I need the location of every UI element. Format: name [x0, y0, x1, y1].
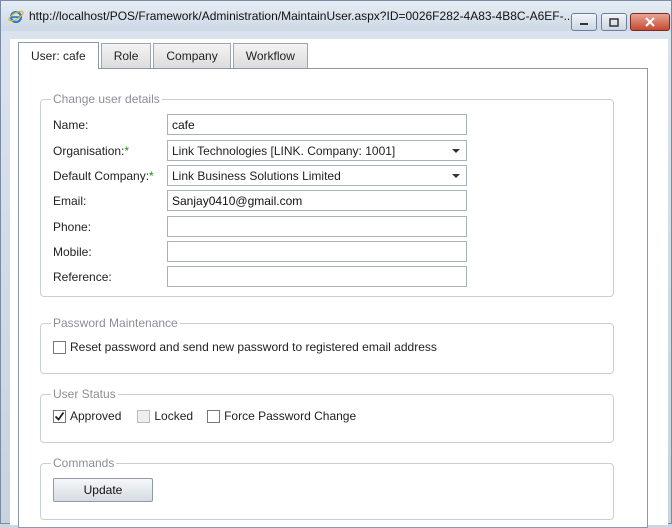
dropdown-arrow-icon	[452, 173, 460, 178]
organisation-label: Organisation:	[53, 143, 125, 158]
close-icon	[645, 17, 655, 27]
minimize-icon	[580, 23, 588, 25]
close-button[interactable]	[630, 13, 670, 31]
default-company-value: Link Business Solutions Limited	[172, 168, 341, 183]
user-status-legend: User Status	[53, 387, 116, 401]
page-content: User: cafe Role Company Workflow Change …	[10, 39, 668, 528]
reference-field[interactable]	[167, 266, 467, 287]
phone-field[interactable]	[167, 216, 467, 237]
organisation-row: Organisation:* Link Technologies [LINK. …	[53, 140, 467, 161]
phone-row: Phone:	[53, 216, 467, 237]
approved-checkbox[interactable]	[53, 409, 66, 423]
reference-row: Reference:	[53, 266, 467, 287]
force-password-change-label[interactable]: Force Password Change	[224, 409, 356, 423]
status-row: Approved Locked Force Password Change	[53, 409, 356, 423]
phone-label: Phone:	[53, 219, 92, 234]
reset-password-row: Reset password and send new password to …	[53, 340, 437, 354]
commands-legend: Commands	[53, 456, 115, 470]
browser-window: http://localhost/POS/Framework/Administr…	[0, 0, 672, 528]
password-legend: Password Maintenance	[53, 316, 178, 330]
tab-company[interactable]: Company	[153, 43, 231, 68]
name-row: Name:	[53, 114, 467, 135]
user-details-legend: Change user details	[53, 92, 160, 106]
window-title: http://localhost/POS/Framework/Administr…	[29, 9, 574, 23]
name-field[interactable]	[167, 114, 467, 135]
tab-strip: User: cafe Role Company Workflow	[18, 42, 310, 69]
email-label: Email:	[53, 193, 87, 208]
commands-row: Update	[53, 478, 153, 502]
required-marker: *	[124, 143, 130, 158]
checkmark-icon	[54, 411, 65, 421]
mobile-row: Mobile:	[53, 241, 467, 262]
tab-workflow[interactable]: Workflow	[232, 43, 308, 68]
force-password-change-checkbox[interactable]	[207, 409, 221, 423]
ie-icon	[8, 10, 24, 24]
organisation-value: Link Technologies [LINK. Company: 1001]	[172, 143, 396, 158]
tab-panel: Change user details Name: Organisation:*…	[18, 68, 648, 528]
approved-label[interactable]: Approved	[70, 409, 121, 423]
locked-checkbox[interactable]	[137, 409, 151, 423]
commands-fieldset: Commands Update	[40, 456, 614, 520]
maximize-icon	[609, 17, 619, 27]
reset-password-label[interactable]: Reset password and send new password to …	[70, 340, 437, 354]
minimize-button[interactable]	[571, 13, 597, 31]
reference-label: Reference:	[53, 269, 112, 284]
dropdown-arrow-icon	[452, 148, 460, 153]
default-company-label: Default Company:	[53, 168, 150, 183]
organisation-select[interactable]: Link Technologies [LINK. Company: 1001]	[167, 140, 467, 161]
name-label: Name:	[53, 117, 89, 132]
email-field[interactable]	[167, 190, 467, 211]
tab-role[interactable]: Role	[100, 43, 152, 68]
maximize-button[interactable]	[601, 13, 627, 31]
tab-user[interactable]: User: cafe	[18, 42, 99, 69]
mobile-field[interactable]	[167, 241, 467, 262]
email-row: Email:	[53, 190, 467, 211]
password-fieldset: Password Maintenance Reset password and …	[40, 316, 614, 374]
update-button[interactable]: Update	[53, 478, 153, 502]
default-company-row: Default Company:* Link Business Solution…	[53, 165, 467, 186]
reset-password-checkbox[interactable]	[53, 340, 66, 354]
title-bar: http://localhost/POS/Framework/Administr…	[1, 1, 671, 31]
user-status-fieldset: User Status Approved Locked Force Passwo…	[40, 387, 614, 443]
mobile-label: Mobile:	[53, 244, 92, 259]
user-details-fieldset: Change user details Name: Organisation:*…	[40, 92, 614, 297]
required-marker: *	[149, 168, 154, 183]
default-company-select[interactable]: Link Business Solutions Limited	[167, 165, 467, 186]
locked-label[interactable]: Locked	[154, 409, 193, 423]
